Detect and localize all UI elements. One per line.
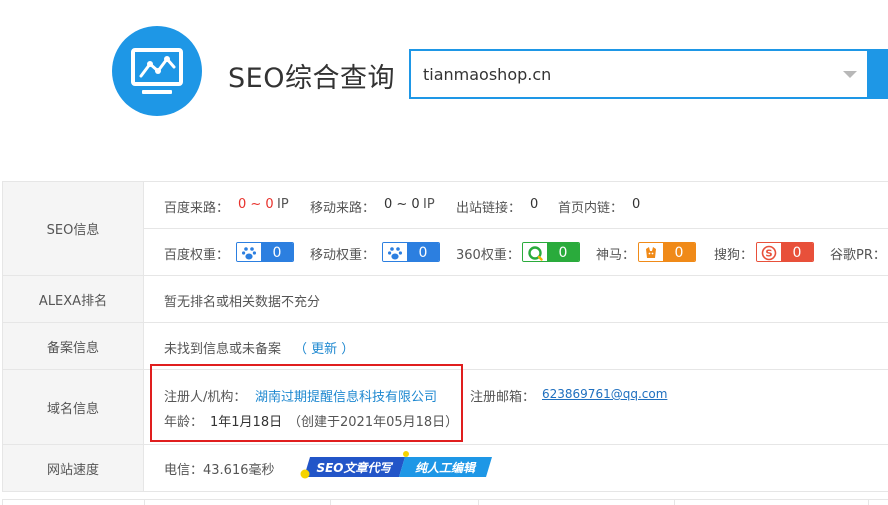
sogou-s-icon: S — [757, 243, 781, 261]
row-label-seo: SEO信息 — [2, 182, 144, 275]
speed-telecom-text: 电信：43.616毫秒 — [164, 463, 275, 478]
banner-right-text: 纯人工编辑 — [415, 461, 477, 475]
dropdown-caret-icon[interactable] — [843, 71, 857, 78]
mobile-weight-label: 移动权重： — [310, 248, 376, 263]
weight-360-value: 0 — [547, 243, 579, 261]
shenma-horse-icon — [639, 243, 663, 261]
360-ring-icon — [523, 243, 547, 261]
mobile-paw-icon — [383, 243, 407, 261]
mobile-traffic-value[interactable]: 0 ~ 0 — [384, 197, 420, 212]
homepage-links-label: 首页内链： — [558, 201, 624, 216]
baidu-traffic-unit: IP — [277, 197, 289, 212]
beian-update-link[interactable]: （ 更新 ） — [294, 338, 354, 357]
banner-left-text: SEO文章代写 — [316, 461, 393, 475]
outbound-links-value[interactable]: 0 — [530, 197, 538, 212]
sogou-label: 搜狗： — [714, 248, 754, 263]
sogou-value: 0 — [781, 243, 813, 261]
mobile-weight-value: 0 — [407, 243, 439, 261]
seo-info-table: SEO信息 百度来路： 0 ~ 0 IP 移动来路： 0 ~ 0 IP 出站链接… — [2, 181, 888, 492]
row-label-domain: 域名信息 — [2, 370, 144, 444]
alexa-rank-text: 暂无排名或相关数据不充分 — [164, 295, 321, 310]
seo-ad-banner[interactable]: SEO文章代写 纯人工编辑 — [300, 451, 495, 479]
mobile-traffic-label: 移动来路： — [310, 201, 376, 216]
mobile-weight-badge[interactable]: 0 — [382, 242, 440, 262]
row-alexa: ALEXA排名 暂无排名或相关数据不充分 — [2, 276, 888, 323]
search-button[interactable] — [869, 49, 888, 99]
homepage-links-value[interactable]: 0 — [632, 197, 640, 212]
row-seo-info: SEO信息 百度来路： 0 ~ 0 IP 移动来路： 0 ~ 0 IP 出站链接… — [2, 182, 888, 276]
row-body-alexa: 暂无排名或相关数据不充分 — [144, 276, 888, 322]
search-box[interactable] — [409, 49, 869, 99]
sogou-badge[interactable]: S 0 — [756, 242, 814, 262]
weight-360-label: 360权重： — [456, 248, 520, 263]
next-row-edge — [2, 499, 888, 505]
page-title: SEO综合查询 — [228, 63, 395, 94]
shenma-value: 0 — [663, 243, 695, 261]
shenma-badge[interactable]: 0 — [638, 242, 696, 262]
outbound-links-label: 出站链接： — [456, 201, 522, 216]
row-label-beian: 备案信息 — [2, 323, 144, 369]
baidu-weight-label: 百度权重： — [164, 248, 230, 263]
chart-monitor-icon — [131, 48, 183, 94]
registrant-email-link[interactable]: 623869761@qq.com — [542, 387, 667, 401]
row-body-speed: 电信：43.616毫秒 — [144, 445, 888, 491]
baidu-traffic-label: 百度来路： — [164, 201, 230, 216]
row-body-seo: 百度来路： 0 ~ 0 IP 移动来路： 0 ~ 0 IP 出站链接： 0 首页… — [144, 182, 888, 275]
row-label-alexa: ALEXA排名 — [2, 276, 144, 322]
baidu-weight-value: 0 — [261, 243, 293, 261]
svg-text:S: S — [765, 249, 772, 260]
row-body-beian: 未找到信息或未备案 （ 更新 ） — [144, 323, 888, 369]
registrant-email-label: 注册邮箱： — [470, 390, 536, 405]
weight-360-badge[interactable]: 0 — [522, 242, 580, 262]
mobile-traffic-unit: IP — [423, 197, 435, 212]
baidu-weight-badge[interactable]: 0 — [236, 242, 294, 262]
baidu-traffic-value[interactable]: 0 ~ 0 — [238, 197, 274, 212]
row-label-speed: 网站速度 — [2, 445, 144, 491]
baidu-paw-icon — [237, 243, 261, 261]
beian-text: 未找到信息或未备案 — [164, 342, 282, 357]
seo-traffic-line: 百度来路： 0 ~ 0 IP 移动来路： 0 ~ 0 IP 出站链接： 0 首页… — [144, 182, 888, 229]
row-beian: 备案信息 未找到信息或未备案 （ 更新 ） — [2, 323, 888, 370]
highlight-annotation-box — [150, 364, 463, 442]
search-input[interactable] — [423, 51, 823, 97]
shenma-label: 神马： — [596, 248, 636, 263]
seo-weight-line: 百度权重： 0 移动权重： 0 360权重： 0 神马： 0 搜狗： S 0 谷… — [144, 229, 888, 276]
google-pr-label: 谷歌PR： — [830, 248, 886, 263]
site-logo — [112, 26, 202, 116]
